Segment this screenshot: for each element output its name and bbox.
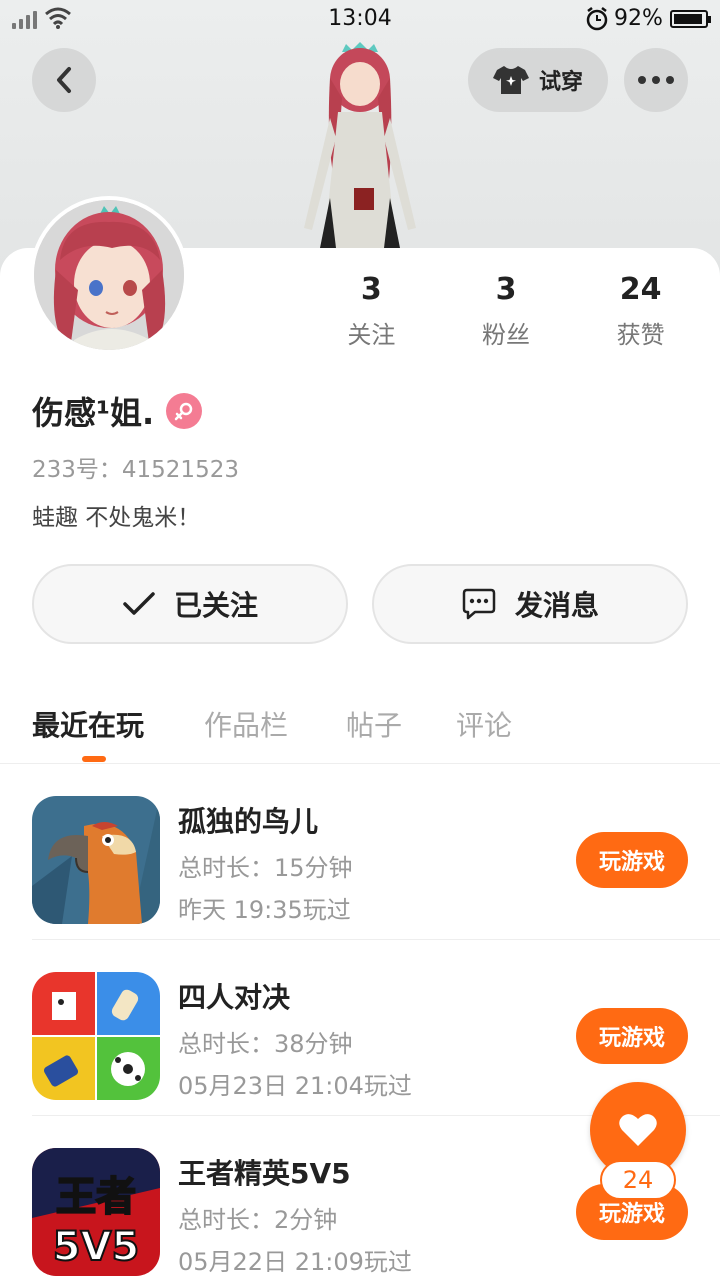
checkmark-icon xyxy=(123,592,155,615)
tab-recently-played[interactable]: 最近在玩 xyxy=(32,704,144,744)
play-game-button[interactable]: 玩游戏 xyxy=(576,1008,688,1064)
tab-comments[interactable]: 评论 xyxy=(456,704,512,744)
stat-label: 关注 xyxy=(347,321,396,349)
try-on-button[interactable]: 试穿 xyxy=(468,48,608,112)
tab-works[interactable]: 作品栏 xyxy=(204,704,288,744)
kings-5v5-icon: 王者 5V5 xyxy=(32,1148,160,1276)
stat-value: 24 xyxy=(619,272,662,307)
icon-text-top: 王者 xyxy=(56,1174,136,1220)
game-last-played: 昨天 19:35玩过 xyxy=(178,896,351,924)
female-gender-icon xyxy=(166,393,203,429)
battery-fill xyxy=(674,14,702,24)
alarm-icon xyxy=(586,7,608,31)
heart-icon xyxy=(619,1114,657,1146)
try-on-label: 试穿 xyxy=(538,70,583,95)
game-name: 孤独的鸟儿 xyxy=(178,805,319,838)
avatar[interactable] xyxy=(30,196,188,354)
send-message-button[interactable]: 发消息 xyxy=(372,564,688,644)
game-last-played: 05月23日 21:04玩过 xyxy=(178,1072,412,1100)
chevron-left-icon xyxy=(57,67,71,93)
battery-percent: 92% xyxy=(614,6,663,31)
icon-text-bottom: 5V5 xyxy=(53,1224,140,1270)
stat-likes[interactable]: 24 获赞 xyxy=(573,272,708,350)
parrot-icon xyxy=(32,796,160,924)
status-bar: 13:04 92% xyxy=(0,0,720,40)
tshirt-icon xyxy=(492,66,529,94)
stat-value: 3 xyxy=(360,272,382,307)
stat-value: 3 xyxy=(495,272,517,307)
send-message-label: 发消息 xyxy=(514,589,599,622)
more-options-button[interactable] xyxy=(624,48,688,112)
stat-followers[interactable]: 3 粉丝 xyxy=(439,272,574,350)
user-id: 233号：41521523 xyxy=(32,457,239,483)
game-name: 王者精英5V5 xyxy=(178,1157,351,1190)
active-tab-indicator xyxy=(82,756,106,762)
stat-label: 获赞 xyxy=(616,321,665,349)
battery-icon xyxy=(670,10,711,28)
game-duration: 总时长：2分钟 xyxy=(178,1206,338,1234)
like-count: 24 xyxy=(600,1160,676,1200)
game-duration: 总时长：15分钟 xyxy=(178,854,353,882)
back-button[interactable] xyxy=(32,48,96,112)
game-last-played: 05月22日 21:09玩过 xyxy=(178,1248,412,1276)
game-duration: 总时长：38分钟 xyxy=(178,1030,353,1058)
tab-posts[interactable]: 帖子 xyxy=(346,704,402,744)
profile-stats: 3 关注 3 粉丝 24 获赞 xyxy=(304,272,708,350)
more-dots-icon xyxy=(638,76,674,84)
username: 伤感¹姐. xyxy=(32,394,155,432)
following-button[interactable]: 已关注 xyxy=(32,564,348,644)
username-row: 伤感¹姐. xyxy=(32,388,203,434)
user-bio: 蛙趣 不处鬼米！ xyxy=(32,505,201,531)
following-label: 已关注 xyxy=(173,589,258,622)
avatar-figure-image xyxy=(304,42,416,248)
four-player-icon xyxy=(32,972,160,1100)
stat-following[interactable]: 3 关注 xyxy=(304,272,439,350)
game-name: 四人对决 xyxy=(178,981,291,1014)
stat-label: 粉丝 xyxy=(482,321,530,349)
status-time: 13:04 xyxy=(328,6,392,31)
profile-tabs: 最近在玩 作品栏 帖子 评论 xyxy=(0,694,720,764)
chat-bubble-icon xyxy=(462,588,496,620)
play-game-button[interactable]: 玩游戏 xyxy=(576,832,688,888)
avatar-image xyxy=(34,200,184,350)
game-list-item[interactable]: 孤独的鸟儿 总时长：15分钟 昨天 19:35玩过 玩游戏 xyxy=(32,764,720,940)
